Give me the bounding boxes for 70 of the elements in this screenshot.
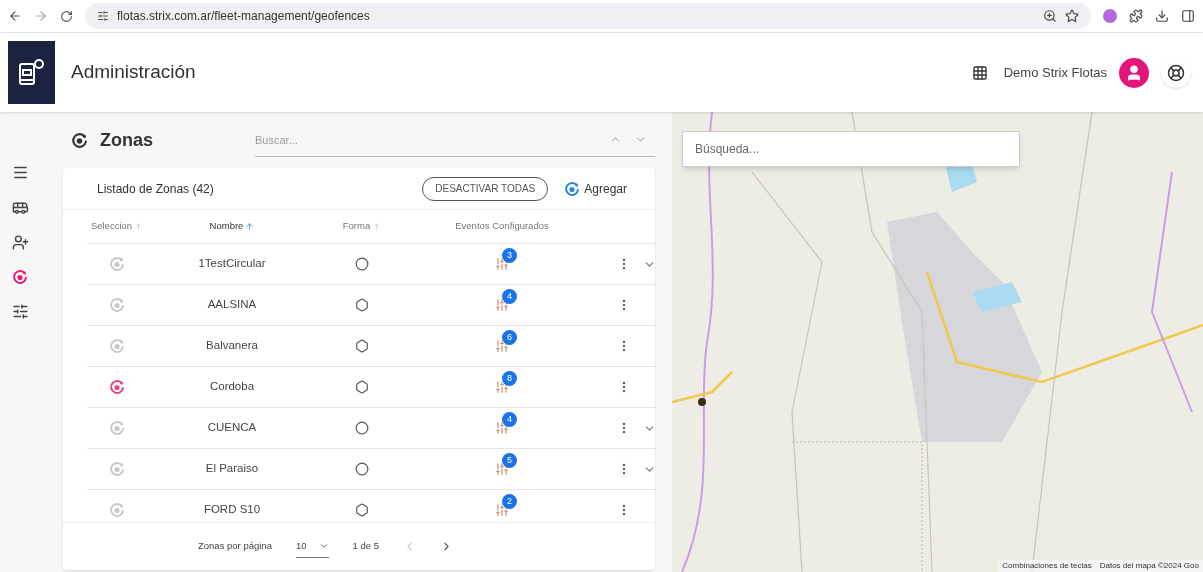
polygon-shape-icon (355, 339, 369, 353)
map-attribution: Datos del mapa ©2024 Goo (1099, 560, 1199, 572)
menu-icon[interactable] (11, 164, 29, 181)
zone-name: FORD S10 (203, 502, 261, 518)
event-count-badge: 5 (502, 453, 517, 468)
events-icon (495, 462, 509, 476)
column-header[interactable]: Nombre (147, 219, 317, 234)
event-count-badge: 4 (502, 412, 517, 427)
keyboard-shortcuts-link[interactable]: Combinaciones de teclas (1002, 560, 1092, 572)
zone-name: AALSINA (207, 297, 257, 313)
circle-shape-icon (355, 257, 369, 271)
polygon-shape-icon (355, 298, 369, 312)
event-count-badge: 6 (502, 330, 517, 345)
polygon-shape-icon (355, 503, 369, 517)
zone-name: CUENCA (207, 420, 257, 436)
event-count-badge: 4 (502, 289, 517, 304)
rows-per-page-label: Zonas por página (198, 539, 272, 554)
column-header: Eventos Configurados (454, 219, 550, 234)
circle-shape-icon (355, 421, 369, 435)
events-icon (495, 257, 509, 271)
page-size-select[interactable]: 10 (295, 534, 329, 559)
card-title: Listado de Zonas (42) (97, 180, 214, 198)
sliders-icon[interactable] (11, 303, 29, 320)
events-icon (495, 421, 509, 435)
zoom-icon[interactable] (1043, 9, 1057, 23)
download-icon[interactable] (1155, 9, 1169, 23)
add-zone-icon (564, 180, 581, 197)
circle-shape-icon (355, 462, 369, 476)
zone-name: Balvanera (206, 338, 258, 354)
zone-icon[interactable] (12, 269, 28, 285)
zone-title-icon (71, 131, 88, 149)
events-icon (495, 380, 509, 394)
avatar-button[interactable] (1119, 57, 1149, 88)
event-count-badge: 3 (502, 248, 517, 263)
zone-name: 1TestCircular (198, 256, 266, 272)
zone-name: Cordoba (209, 379, 255, 395)
extension-icon[interactable] (1103, 9, 1117, 23)
page-title: Administración (71, 60, 196, 85)
puzzle-icon[interactable] (1129, 9, 1143, 23)
events-icon (495, 503, 509, 517)
event-count-badge: 2 (502, 494, 517, 509)
polygon-shape-icon (355, 380, 369, 394)
help-button[interactable] (1161, 57, 1191, 88)
reload-icon[interactable] (60, 9, 73, 23)
column-header[interactable]: Forma (317, 219, 407, 234)
url-text: flotas.strix.com.ar/fleet-management/geofences (117, 8, 370, 25)
map-search-field[interactable]: Búsqueda... (682, 131, 1020, 167)
sort-arrow-icon (372, 222, 382, 231)
caret-icon (318, 541, 329, 551)
column-header[interactable]: Seleccion (87, 219, 147, 234)
section-title: Zonas (100, 128, 153, 152)
sort-arrow-icon (134, 222, 144, 231)
lifebuoy-icon (1167, 63, 1185, 82)
add-button[interactable]: Agregar (564, 179, 627, 198)
user-icon (1125, 63, 1143, 82)
events-icon (495, 298, 509, 312)
sort-arrow-icon (245, 222, 255, 231)
user-name: Demo Strix Flotas (1003, 63, 1107, 82)
user-plus-icon[interactable] (11, 234, 29, 251)
site-settings-icon[interactable] (97, 10, 109, 22)
zone-name: El Paraiso (205, 461, 259, 477)
event-count-badge: 8 (502, 371, 517, 386)
search-field[interactable]: Buscar... (255, 123, 597, 156)
events-icon (495, 339, 509, 353)
address-bar[interactable]: flotas.strix.com.ar/fleet-management/geofences (85, 3, 1091, 29)
back-icon[interactable] (8, 9, 22, 23)
side-panel-icon[interactable] (1181, 9, 1195, 23)
page-range: 1 de 5 (352, 539, 379, 554)
star-icon[interactable] (1065, 9, 1079, 23)
apps-grid-icon[interactable] (971, 64, 988, 81)
